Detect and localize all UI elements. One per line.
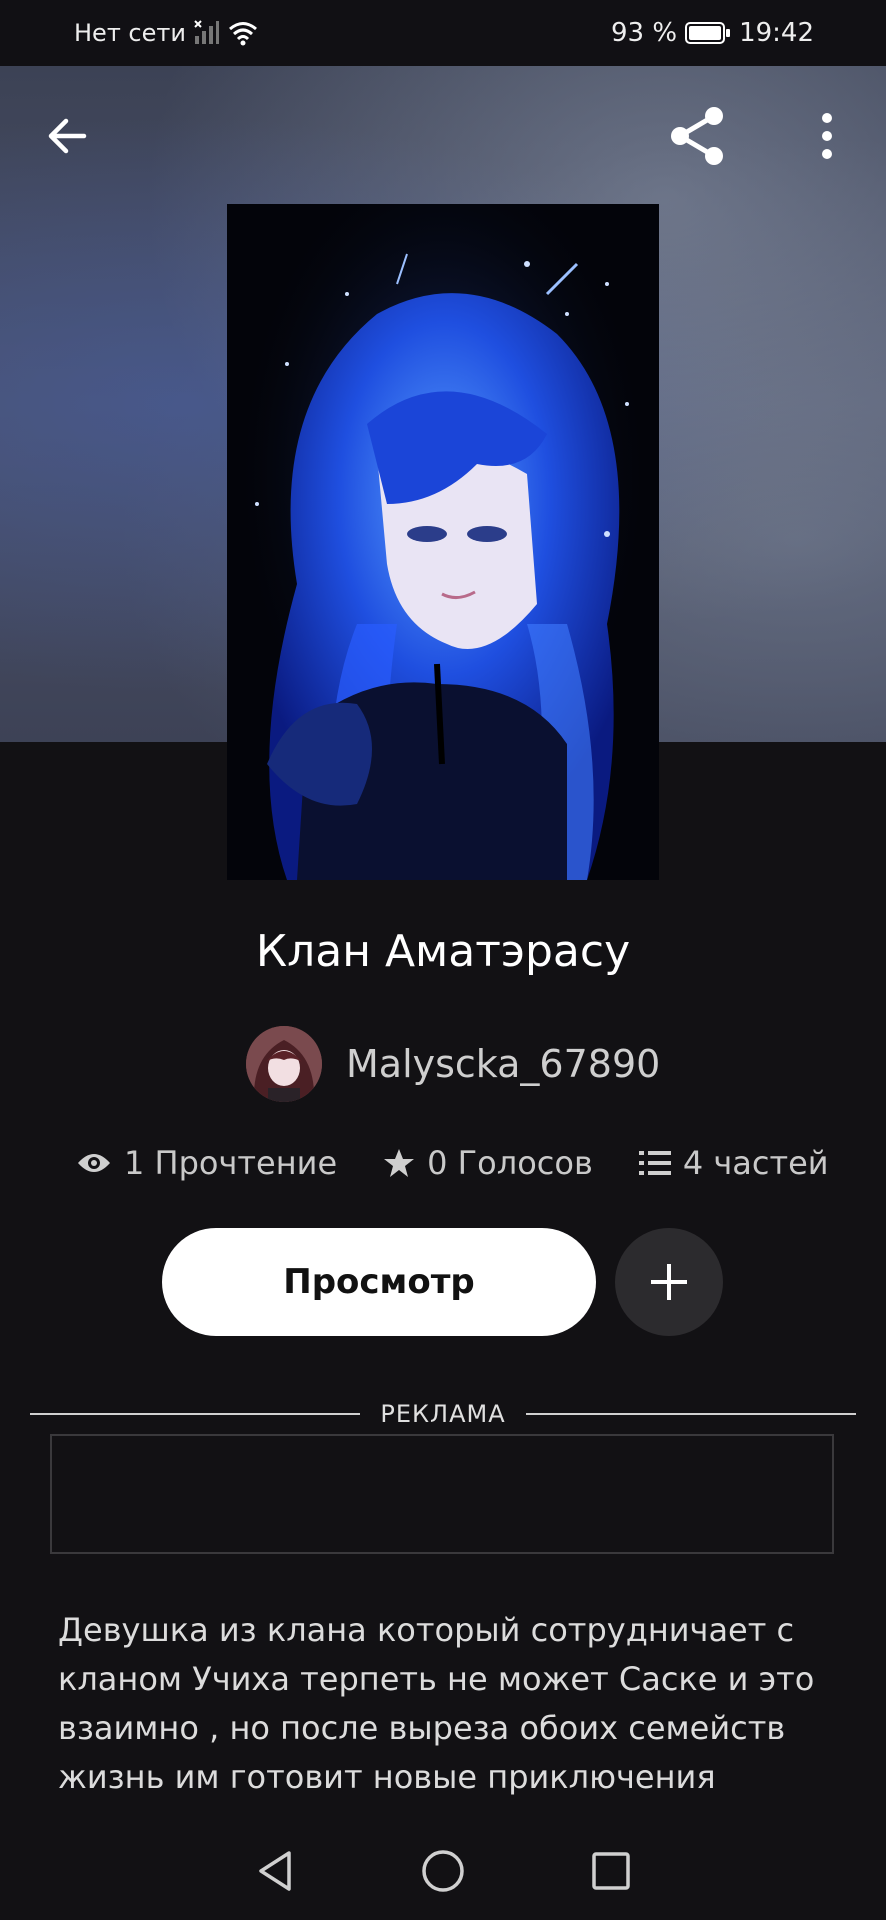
signal-icon	[194, 20, 219, 44]
system-navigation-bar	[0, 1822, 886, 1920]
ad-divider: РЕКЛАМА	[30, 1396, 857, 1432]
parts-count: 4 частей	[682, 1144, 829, 1182]
eye-icon	[78, 1154, 110, 1172]
story-stats: 1 Прочтение 0 Голосов 4 частей	[76, 1144, 829, 1182]
votes-stat: 0 Голосов	[383, 1144, 593, 1182]
cover-illustration	[227, 204, 659, 880]
nav-recents-icon[interactable]	[591, 1851, 631, 1891]
author-name[interactable]: Malyscka_67890	[346, 1042, 660, 1086]
reads-count: 1 Прочтение	[124, 1144, 338, 1182]
battery-icon	[685, 22, 731, 44]
share-icon[interactable]	[666, 104, 730, 168]
more-vertical-icon[interactable]	[812, 110, 842, 162]
plus-icon	[651, 1264, 687, 1300]
author-row[interactable]: Malyscka_67890	[246, 1026, 660, 1102]
battery-percent: 93 %	[611, 18, 678, 48]
story-description: Девушка из клана который сотрудничает с …	[58, 1611, 815, 1796]
clock: 19:42	[739, 18, 814, 48]
story-title: Клан Аматэрасу	[255, 926, 631, 977]
ad-divider-line-left	[30, 1413, 361, 1415]
back-arrow-icon[interactable]	[44, 112, 92, 160]
reads-stat: 1 Прочтение	[76, 1144, 337, 1182]
nav-home-icon[interactable]	[421, 1849, 465, 1893]
wifi-icon	[229, 22, 257, 46]
status-bar: Нет сети 93 % 19:42	[0, 0, 886, 66]
star-icon	[384, 1149, 415, 1177]
view-button[interactable]: Просмотр	[162, 1228, 596, 1336]
votes-count: 0 Голосов	[427, 1144, 593, 1182]
network-status: Нет сети	[74, 19, 186, 47]
author-avatar[interactable]	[246, 1026, 322, 1102]
list-icon	[638, 1151, 671, 1175]
ad-label: РЕКЛАМА	[380, 1400, 506, 1428]
parts-stat[interactable]: 4 частей	[638, 1144, 829, 1182]
ad-banner[interactable]	[50, 1434, 834, 1554]
add-to-library-button[interactable]	[615, 1228, 723, 1336]
nav-back-icon[interactable]	[255, 1849, 295, 1893]
story-cover-image[interactable]	[227, 204, 659, 880]
ad-divider-line-right	[525, 1413, 857, 1415]
